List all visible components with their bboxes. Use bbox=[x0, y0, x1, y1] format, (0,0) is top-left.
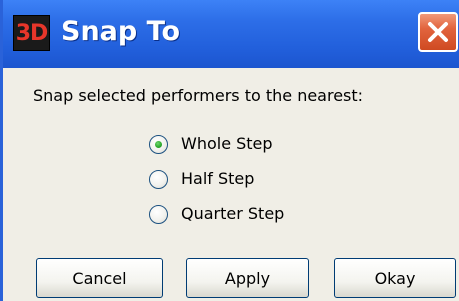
window-title: Snap To bbox=[61, 16, 180, 47]
title-bar[interactable]: 3D Snap To bbox=[3, 0, 459, 68]
snap-to-dialog: 3D Snap To Snap selected performers to t… bbox=[0, 0, 459, 301]
radio-button-quarter-step[interactable] bbox=[149, 204, 168, 224]
app-icon-text: 3D bbox=[15, 20, 49, 46]
radio-selected-dot bbox=[155, 140, 162, 148]
radio-option-half-step[interactable]: Half Step bbox=[149, 166, 254, 192]
radio-label-whole-step[interactable]: Whole Step bbox=[181, 134, 273, 154]
radio-option-quarter-step[interactable]: Quarter Step bbox=[149, 201, 284, 227]
radio-button-half-step[interactable] bbox=[149, 169, 168, 189]
app-3d-icon: 3D bbox=[13, 15, 50, 51]
radio-option-whole-step[interactable]: Whole Step bbox=[149, 131, 273, 157]
radio-label-half-step[interactable]: Half Step bbox=[181, 169, 254, 189]
close-button[interactable] bbox=[418, 12, 458, 52]
close-icon bbox=[428, 22, 448, 42]
cancel-button[interactable]: Cancel bbox=[36, 258, 163, 298]
apply-button[interactable]: Apply bbox=[186, 258, 309, 298]
radio-button-whole-step[interactable] bbox=[149, 134, 168, 154]
radio-label-quarter-step[interactable]: Quarter Step bbox=[181, 204, 284, 224]
snap-prompt-label: Snap selected performers to the nearest: bbox=[33, 86, 364, 105]
okay-button[interactable]: Okay bbox=[334, 258, 456, 298]
